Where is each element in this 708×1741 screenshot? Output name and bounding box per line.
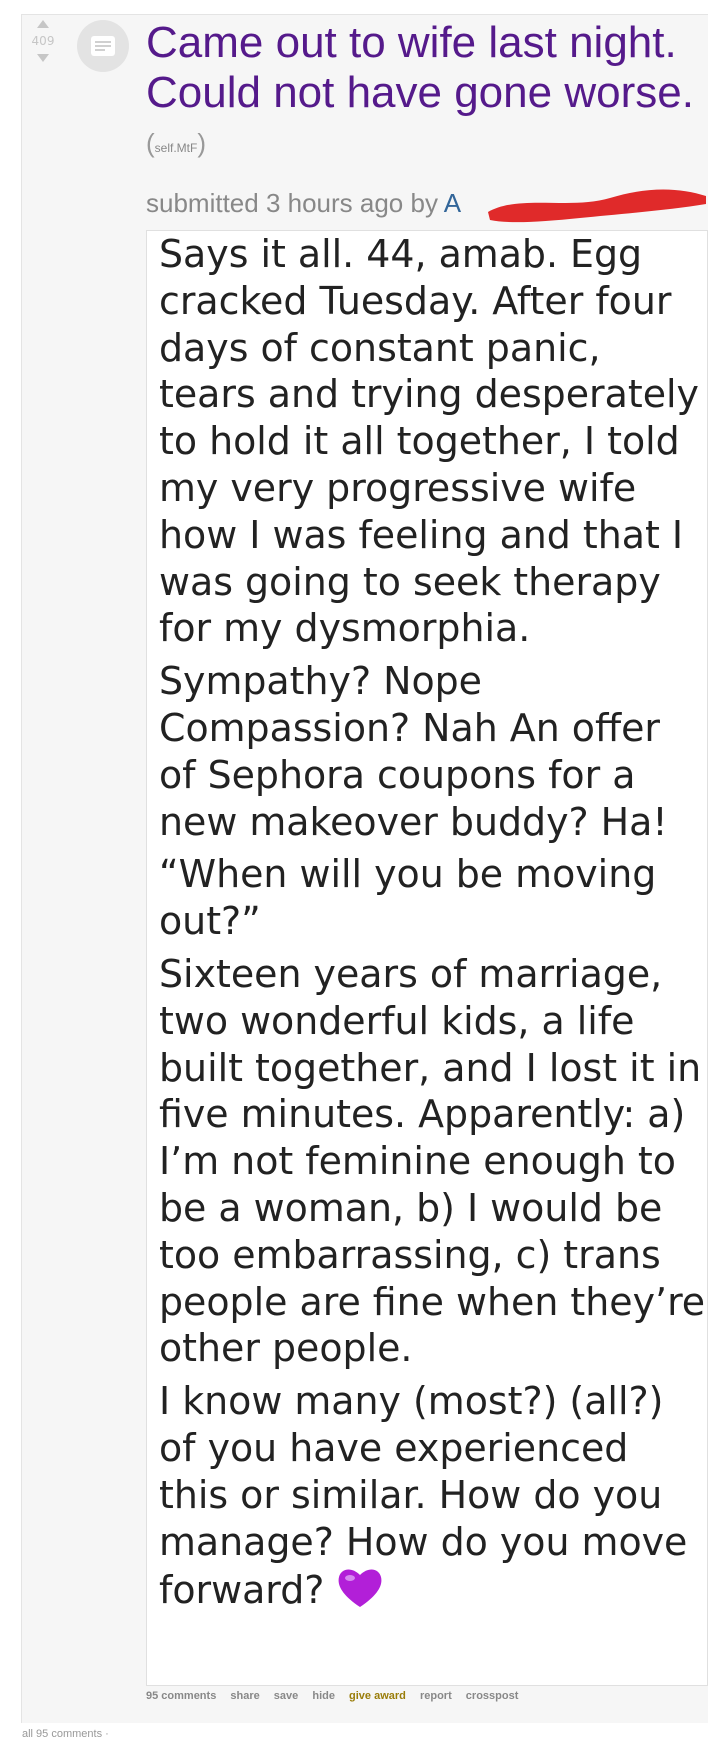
crosspost-button[interactable]: crosspost — [466, 1690, 519, 1702]
body-paragraph-4: Sixteen years of marriage, two wonderful… — [159, 951, 706, 1371]
self-post-thumbnail[interactable] — [77, 20, 129, 72]
save-button[interactable]: save — [274, 1690, 298, 1702]
downvote-arrow-icon[interactable] — [37, 54, 49, 62]
post-title-block: Came out to wife last night. Could not h… — [146, 18, 706, 173]
body-paragraph-2: Sympathy? Nope Compassion? Nah An offer … — [159, 659, 668, 844]
purple-heart-icon — [339, 1569, 382, 1608]
post-action-buttons: 95 comments share save hide give award r… — [146, 1690, 529, 1702]
body-paragraph-5: I know many (most?) (all?) of you have e… — [159, 1378, 707, 1614]
body-paragraph-3: “When will you be moving out?” — [159, 852, 657, 944]
post-domain[interactable]: (self.MtF) — [146, 128, 206, 158]
vote-column: 409 — [30, 20, 56, 62]
body-paragraph-1: Says it all. 44, amab. Egg cracked Tuesd… — [159, 232, 699, 651]
upvote-arrow-icon[interactable] — [37, 20, 49, 28]
post-title-link[interactable]: Came out to wife last night. Could not h… — [146, 18, 694, 117]
comments-footer: all 95 comments · — [22, 1728, 109, 1740]
all-comments-link[interactable]: all 95 comments · — [22, 1728, 109, 1740]
comments-link[interactable]: 95 comments — [146, 1690, 216, 1702]
tagline-prefix: submitted 3 hours ago by — [146, 188, 438, 218]
author-link[interactable]: A — [444, 188, 461, 218]
hide-button[interactable]: hide — [312, 1690, 335, 1702]
text-post-icon — [91, 36, 115, 56]
post-tagline: submitted 3 hours ago by A — [146, 188, 461, 219]
post-body: Says it all. 44, amab. Egg cracked Tuesd… — [146, 230, 708, 1686]
score: 409 — [31, 34, 55, 48]
give-award-button[interactable]: give award — [349, 1690, 406, 1702]
post-body-text: Says it all. 44, amab. Egg cracked Tuesd… — [147, 231, 707, 1614]
body-paragraph-5-text: I know many (most?) (all?) of you have e… — [159, 1379, 688, 1613]
redaction-scribble — [488, 189, 706, 223]
share-button[interactable]: share — [230, 1690, 259, 1702]
domain-label[interactable]: self.MtF — [155, 141, 198, 155]
report-button[interactable]: report — [420, 1690, 452, 1702]
